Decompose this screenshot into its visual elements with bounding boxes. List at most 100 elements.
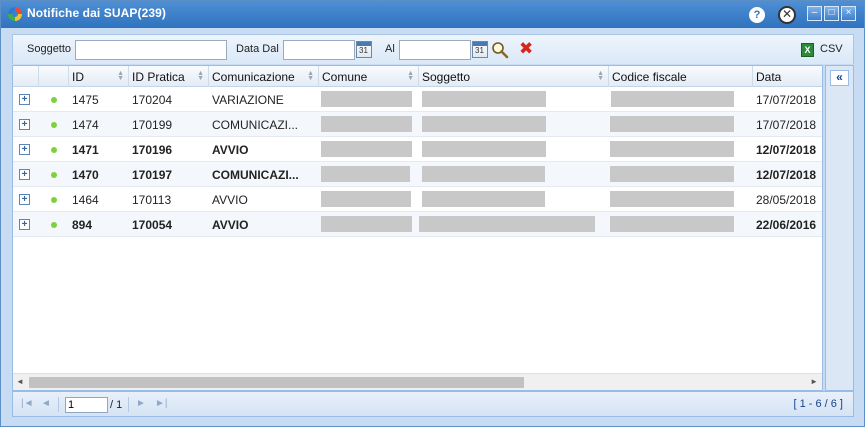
redacted-comune xyxy=(321,191,411,207)
pager-separator xyxy=(58,397,59,412)
redacted-soggetto xyxy=(422,166,545,182)
date-to-calendar-icon[interactable] xyxy=(472,41,488,58)
clear-filter-icon[interactable]: ✖ xyxy=(519,40,535,57)
column-header-id-pratica[interactable]: ID Pratica ▲ ▼ xyxy=(129,66,209,87)
column-header-data[interactable]: Data xyxy=(753,66,822,87)
column-header-comune[interactable]: Comune ▲ ▼ xyxy=(319,66,419,87)
expand-row-icon[interactable]: + xyxy=(19,219,30,230)
cell-id-pratica: 170204 xyxy=(132,93,173,107)
previous-page-button[interactable]: ◄ xyxy=(41,398,51,409)
sort-icon: ▲ ▼ xyxy=(117,70,124,82)
status-dot-icon xyxy=(51,197,57,203)
date-from-calendar-icon[interactable] xyxy=(356,41,372,58)
table-row[interactable]: + 1471 170196 AVVIO 12/07/2018 xyxy=(13,137,822,162)
sort-icon: ▲ ▼ xyxy=(597,70,604,82)
csv-export-button[interactable]: CSV xyxy=(820,43,843,55)
subject-input[interactable] xyxy=(75,40,227,60)
maximize-button[interactable]: □ xyxy=(824,6,839,21)
cell-data: 28/05/2018 xyxy=(756,193,817,207)
date-to-input[interactable] xyxy=(399,40,471,60)
date-from-input[interactable] xyxy=(283,40,355,60)
expander-column-header xyxy=(13,66,39,87)
status-dot-icon xyxy=(51,97,57,103)
search-icon[interactable] xyxy=(491,41,509,59)
suap-notifications-window: Notifiche dai SUAP(239) ? ✕ – □ × Sogget… xyxy=(0,0,865,427)
title-bar[interactable]: Notifiche dai SUAP(239) ? ✕ – □ × xyxy=(1,1,864,28)
page-number-input[interactable] xyxy=(65,397,108,413)
subject-label: Soggetto xyxy=(27,43,72,55)
cell-id-pratica: 170113 xyxy=(132,193,172,207)
status-dot-icon xyxy=(51,222,57,228)
table-row[interactable]: + 894 170054 AVVIO 22/06/2016 xyxy=(13,212,822,237)
cell-id: 894 xyxy=(72,218,93,232)
cell-data: 17/07/2018 xyxy=(756,93,817,107)
grid-header: ID ▲ ▼ ID Pratica ▲ ▼ Comunicazione ▲ ▼ Comune… xyxy=(13,66,822,87)
sort-icon: ▲ ▼ xyxy=(407,70,414,82)
cell-id: 1470 xyxy=(72,168,99,182)
next-page-button[interactable]: ► xyxy=(136,398,146,409)
cell-comunicazione: AVVIO xyxy=(212,143,249,157)
expand-row-icon[interactable]: + xyxy=(19,94,30,105)
first-page-button[interactable]: |◄ xyxy=(21,398,34,409)
horizontal-scrollbar[interactable]: ◄ ► xyxy=(13,373,822,390)
filter-toolbar: Soggetto Data Dal Al ✖ X CSV xyxy=(12,34,854,64)
status-dot-icon xyxy=(51,172,57,178)
cell-id-pratica: 170199 xyxy=(132,118,173,132)
column-header-soggetto[interactable]: Soggetto ▲ ▼ xyxy=(419,66,609,87)
redacted-soggetto xyxy=(422,141,546,157)
cell-comunicazione: VARIAZIONE xyxy=(212,93,284,107)
cell-id: 1464 xyxy=(72,193,99,207)
excel-csv-icon[interactable]: X xyxy=(801,43,814,57)
cell-data: 22/06/2016 xyxy=(756,218,817,232)
cell-id: 1475 xyxy=(72,93,99,107)
expand-row-icon[interactable]: + xyxy=(19,119,30,130)
cell-comunicazione: COMUNICAZI... xyxy=(212,118,298,132)
table-row[interactable]: + 1470 170197 COMUNICAZI... 12/07/2018 xyxy=(13,162,822,187)
table-row[interactable]: + 1464 170113 AVVIO 28/05/2018 xyxy=(13,187,822,212)
status-dot-icon xyxy=(51,122,57,128)
side-panel: « xyxy=(825,65,854,391)
close-circle-button[interactable]: ✕ xyxy=(778,6,796,24)
expand-row-icon[interactable]: + xyxy=(19,194,30,205)
table-row[interactable]: + 1475 170204 VARIAZIONE 17/07/2018 xyxy=(13,87,822,112)
table-row[interactable]: + 1474 170199 COMUNICAZI... 17/07/2018 xyxy=(13,112,822,137)
window-title: Notifiche dai SUAP(239) xyxy=(27,6,166,20)
record-count-label: [ 1 - 6 / 6 ] xyxy=(793,398,843,410)
column-header-comunicazione[interactable]: Comunicazione ▲ ▼ xyxy=(209,66,319,87)
redacted-codice-fiscale xyxy=(610,141,734,157)
notifications-grid: ID ▲ ▼ ID Pratica ▲ ▼ Comunicazione ▲ ▼ Comune… xyxy=(12,65,823,391)
cell-data: 17/07/2018 xyxy=(756,118,817,132)
cell-comunicazione: COMUNICAZI... xyxy=(212,168,299,182)
expand-panel-button[interactable]: « xyxy=(830,70,849,86)
redacted-soggetto xyxy=(422,116,546,132)
redacted-comune xyxy=(321,166,410,182)
cell-id: 1474 xyxy=(72,118,99,132)
page-total-label: / 1 xyxy=(110,399,123,411)
redacted-codice-fiscale xyxy=(610,166,734,182)
minimize-button[interactable]: – xyxy=(807,6,822,21)
column-header-id[interactable]: ID ▲ ▼ xyxy=(69,66,129,87)
expand-row-icon[interactable]: + xyxy=(19,169,30,180)
redacted-codice-fiscale xyxy=(611,91,734,107)
redacted-codice-fiscale xyxy=(610,116,734,132)
pager-separator xyxy=(128,397,129,412)
column-header-codice-fiscale[interactable]: Codice fiscale xyxy=(609,66,753,87)
help-button[interactable]: ? xyxy=(749,7,765,23)
cell-data: 12/07/2018 xyxy=(756,168,817,182)
cell-id: 1471 xyxy=(72,143,99,157)
sort-icon: ▲ ▼ xyxy=(307,70,314,82)
redacted-soggetto xyxy=(419,216,595,232)
close-button[interactable]: × xyxy=(841,6,856,21)
cell-data: 12/07/2018 xyxy=(756,143,817,157)
scroll-left-icon[interactable]: ◄ xyxy=(16,377,24,386)
last-page-button[interactable]: ►| xyxy=(155,398,168,409)
scroll-right-icon[interactable]: ► xyxy=(810,377,818,386)
cell-comunicazione: AVVIO xyxy=(212,218,249,232)
expand-row-icon[interactable]: + xyxy=(19,144,30,155)
redacted-comune xyxy=(321,116,412,132)
redacted-comune xyxy=(321,141,412,157)
scrollbar-thumb[interactable] xyxy=(29,377,524,388)
status-dot-icon xyxy=(51,147,57,153)
cell-id-pratica: 170197 xyxy=(132,168,173,182)
date-from-label: Data Dal xyxy=(236,43,279,55)
